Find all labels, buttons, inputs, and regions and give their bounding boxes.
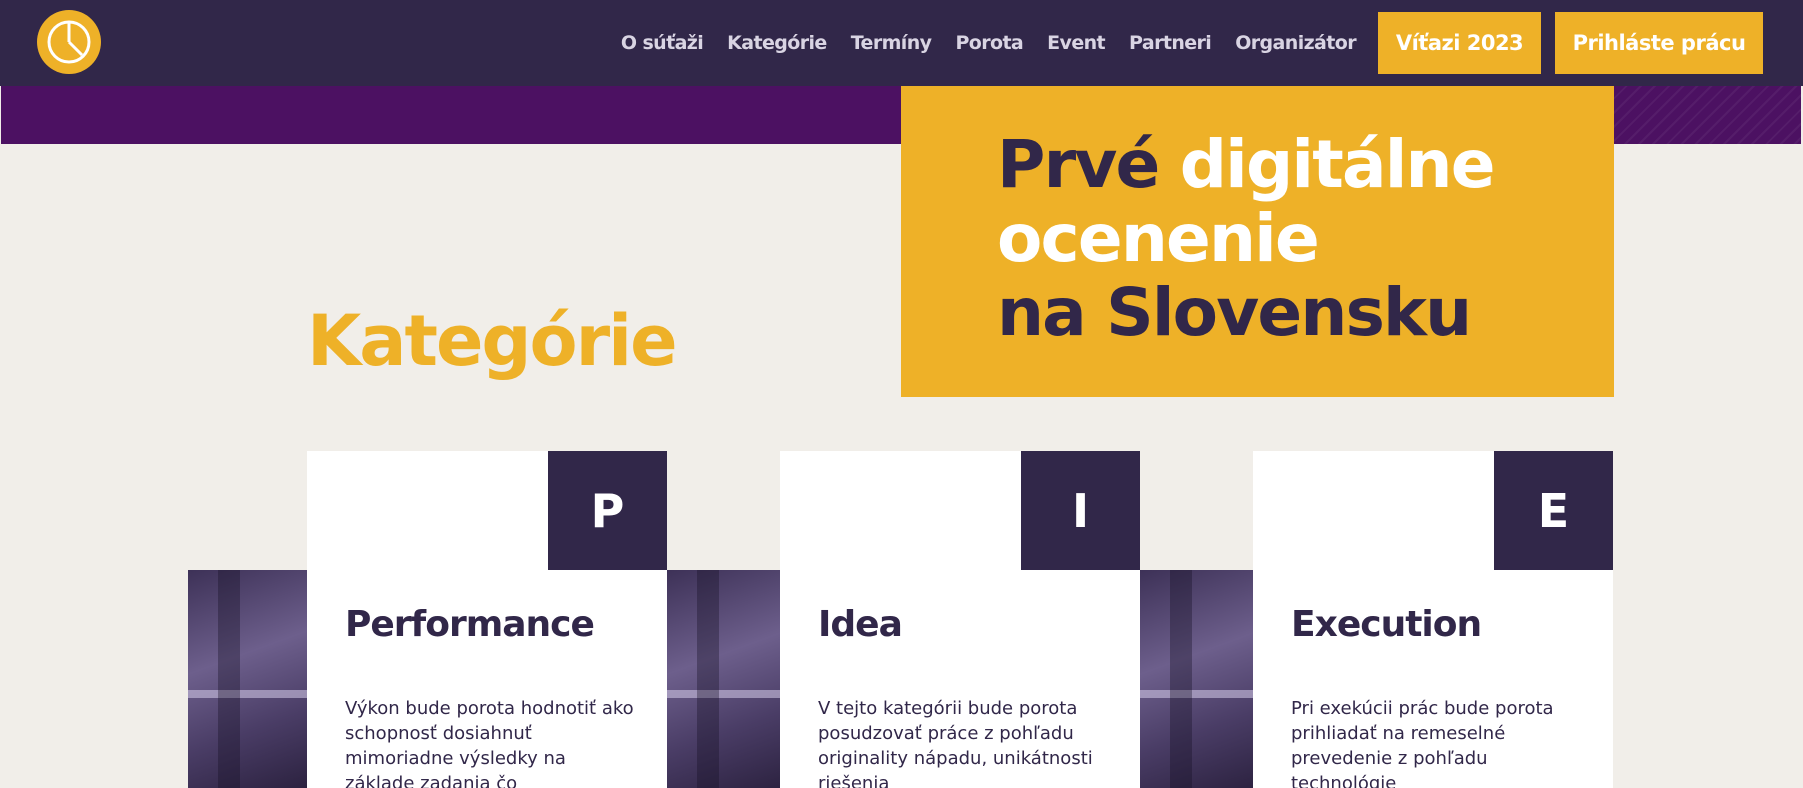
- category-card-execution[interactable]: E Execution Pri exekúcii prác bude porot…: [1253, 451, 1613, 788]
- category-card-description: Pri exekúcii prác bude porota prihliadať…: [1291, 698, 1554, 788]
- stripe-pattern: [1611, 86, 1801, 144]
- hero-word-first: Prvé: [997, 126, 1160, 203]
- category-card-description: Výkon bude porota hodnotiť ako schopnosť…: [345, 698, 634, 788]
- category-card-idea[interactable]: I Idea V tejto kategórii bude porota pos…: [780, 451, 1140, 788]
- category-letter-badge: I: [1021, 451, 1140, 570]
- nav-link-event[interactable]: Event: [1047, 32, 1105, 54]
- hero-word-digital: digitálne: [1179, 126, 1496, 203]
- nav-link-about[interactable]: O súťaži: [621, 32, 704, 54]
- categories-heading: Kategórie: [307, 300, 678, 382]
- hero-word-slovakia: na Slovensku: [997, 274, 1472, 351]
- nav-link-partners[interactable]: Partneri: [1129, 32, 1212, 54]
- background-photo: [188, 570, 307, 788]
- hero-headline-box: Prvé digitálne ocenenie na Slovensku: [901, 86, 1614, 397]
- category-card-performance[interactable]: P Performance Výkon bude porota hodnotiť…: [307, 451, 667, 788]
- top-navigation: O súťaži Kategórie Termíny Porota Event …: [0, 0, 1803, 86]
- category-card-title: Execution: [1291, 604, 1482, 645]
- winners-button[interactable]: Víťazi 2023: [1378, 12, 1541, 74]
- category-letter-badge: E: [1494, 451, 1613, 570]
- nav-link-dates[interactable]: Termíny: [851, 32, 932, 54]
- category-letter-badge: P: [548, 451, 667, 570]
- hero-headline: Prvé digitálne ocenenie na Slovensku: [997, 126, 1496, 351]
- nav-link-organizer[interactable]: Organizátor: [1235, 32, 1356, 54]
- main-menu: O súťaži Kategórie Termíny Porota Event …: [621, 0, 1357, 86]
- background-photo: [1140, 570, 1259, 788]
- submit-work-button[interactable]: Prihláste prácu: [1555, 12, 1763, 74]
- background-photo: [667, 570, 786, 788]
- nav-link-jury[interactable]: Porota: [955, 32, 1023, 54]
- category-card-title: Performance: [345, 604, 595, 645]
- clock-icon: [47, 20, 91, 64]
- category-card-title: Idea: [818, 604, 903, 645]
- category-card-description: V tejto kategórii bude porota posudzovať…: [818, 698, 1093, 788]
- hero-word-award: ocenenie: [997, 200, 1320, 277]
- logo[interactable]: [37, 10, 101, 74]
- nav-link-categories[interactable]: Kategórie: [727, 32, 827, 54]
